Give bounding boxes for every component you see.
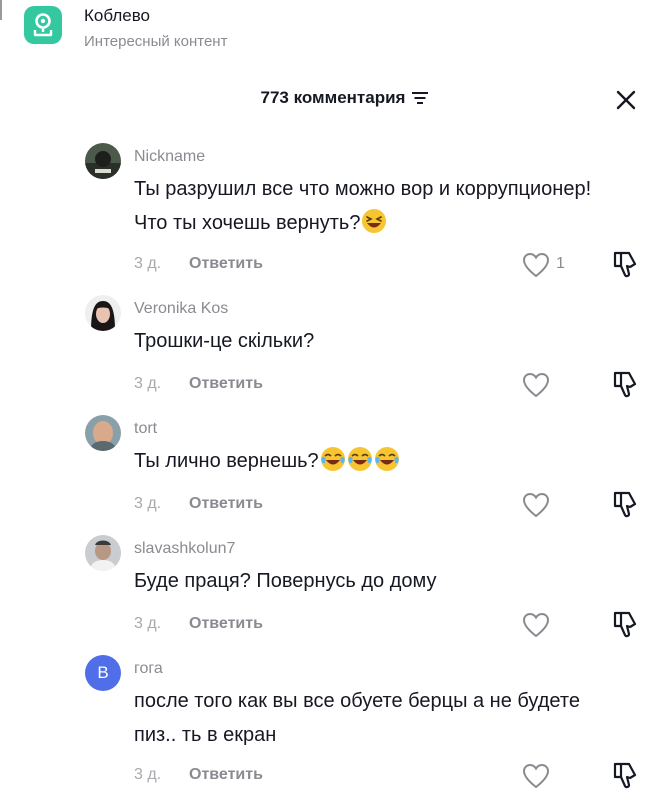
comment-time: 3 д. bbox=[134, 495, 162, 512]
comment-username[interactable]: tort bbox=[134, 420, 157, 438]
like-heart-icon[interactable] bbox=[522, 371, 552, 399]
map-pin-icon[interactable] bbox=[24, 6, 62, 44]
comment-item: slavashkolun7 Буде праця? Повернусь до д… bbox=[0, 532, 662, 652]
comment-item: tort Ты лично вернешь? 3 д. Ответить bbox=[0, 412, 662, 532]
avatar-letter: В bbox=[97, 663, 109, 682]
avatar[interactable]: В bbox=[85, 655, 121, 691]
avatar[interactable] bbox=[85, 143, 121, 179]
comment-text: Трошки-це скільки? bbox=[134, 330, 315, 352]
comment-username[interactable]: гога bbox=[134, 660, 163, 678]
tears-of-joy-emoji bbox=[320, 447, 345, 471]
comment-text-content: Ты лично вернешь? bbox=[134, 450, 319, 472]
comment-time: 3 д. bbox=[134, 766, 162, 783]
tears-of-joy-emoji bbox=[347, 447, 372, 471]
dislike-thumb-icon[interactable] bbox=[610, 490, 642, 520]
comment-text: Ты лично вернешь? bbox=[134, 444, 614, 478]
laughing-squint-emoji bbox=[362, 209, 387, 233]
like-heart-icon[interactable] bbox=[522, 762, 552, 790]
tears-of-joy-emoji bbox=[374, 447, 399, 471]
app-subtitle: Интересный контент bbox=[84, 33, 228, 50]
filter-lines-icon bbox=[412, 92, 429, 104]
comment-text: после того как вы все обуете берцы а не … bbox=[134, 690, 580, 746]
comment-username[interactable]: Nickname bbox=[134, 148, 205, 166]
comment-item: В гога после того как вы все обуете берц… bbox=[0, 652, 662, 800]
app-title: Коблево bbox=[84, 6, 150, 25]
reply-button[interactable]: Ответить bbox=[189, 255, 263, 273]
avatar[interactable] bbox=[85, 535, 121, 571]
like-heart-icon[interactable] bbox=[522, 611, 552, 639]
comment-text: Ты разрушил все что можно вор и коррупци… bbox=[134, 172, 614, 240]
comment-username[interactable]: slavashkolun7 bbox=[134, 540, 235, 558]
reply-button[interactable]: Ответить bbox=[189, 495, 263, 513]
comments-header: 773 комментария bbox=[0, 80, 662, 120]
comment-time: 3 д. bbox=[134, 615, 162, 632]
dislike-thumb-icon[interactable] bbox=[610, 610, 642, 640]
comment-item: Veronika Kos Трошки-це скільки? 3 д. Отв… bbox=[0, 292, 662, 412]
reply-button[interactable]: Ответить bbox=[189, 615, 263, 633]
reply-button[interactable]: Ответить bbox=[189, 766, 263, 784]
close-icon[interactable] bbox=[612, 86, 640, 114]
comment-time: 3 д. bbox=[134, 375, 162, 392]
comment-item: Nickname Ты разрушил все что можно вор и… bbox=[0, 140, 662, 280]
app-header: Коблево Интересный контент bbox=[0, 0, 662, 60]
reply-button[interactable]: Ответить bbox=[189, 375, 263, 393]
like-heart-icon[interactable] bbox=[522, 251, 552, 279]
like-heart-icon[interactable] bbox=[522, 491, 552, 519]
comment-text: Буде праця? Повернусь до дому bbox=[134, 570, 437, 592]
comment-username[interactable]: Veronika Kos bbox=[134, 300, 228, 318]
comment-count-button[interactable]: 773 комментария bbox=[0, 88, 662, 108]
comment-time: 3 д. bbox=[134, 255, 162, 272]
dislike-thumb-icon[interactable] bbox=[610, 250, 642, 280]
avatar[interactable] bbox=[85, 295, 121, 331]
dislike-thumb-icon[interactable] bbox=[610, 370, 642, 400]
dislike-thumb-icon[interactable] bbox=[610, 761, 642, 791]
avatar[interactable] bbox=[85, 415, 121, 451]
comment-count-label: 773 комментария bbox=[260, 88, 406, 107]
like-count: 1 bbox=[556, 255, 565, 272]
